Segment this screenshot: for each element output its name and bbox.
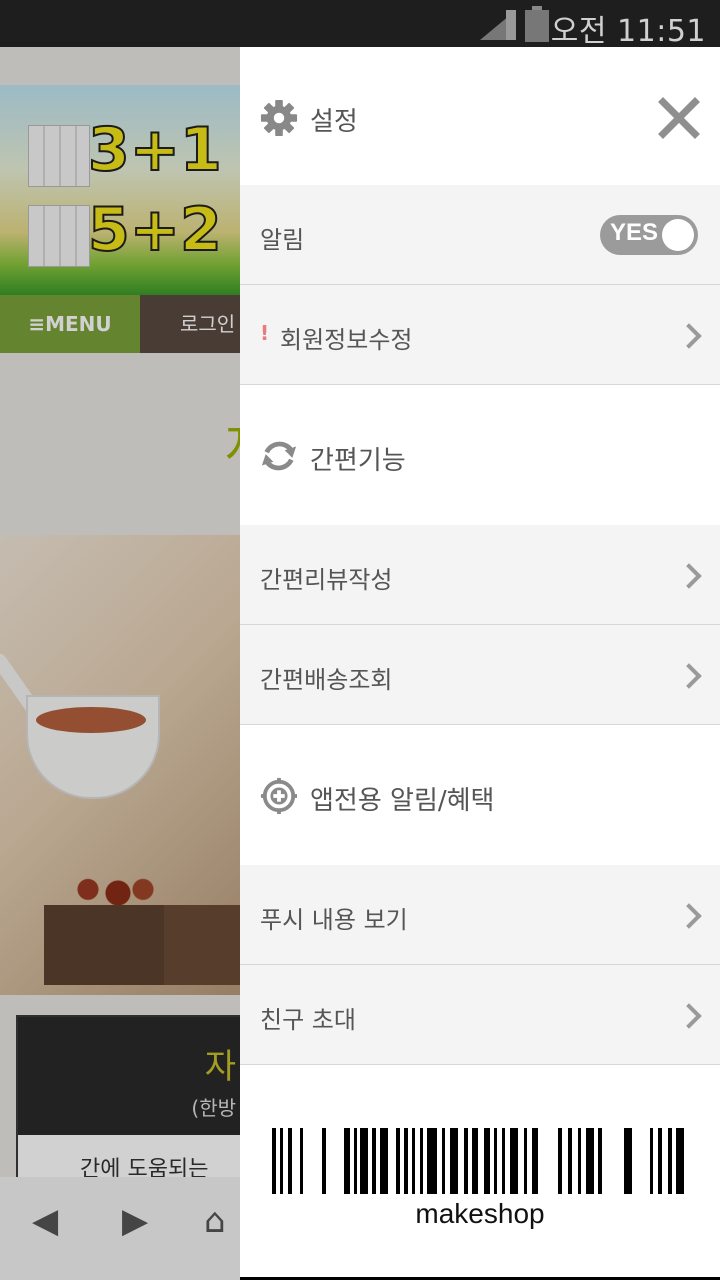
chevron-right-icon bbox=[676, 903, 702, 929]
notification-label: 알림 bbox=[260, 226, 305, 254]
app-section-header: 앱전용 알림/혜택 bbox=[240, 725, 720, 865]
battery-icon bbox=[525, 6, 549, 42]
chevron-right-icon bbox=[676, 1003, 702, 1029]
push-history-row[interactable]: 푸시 내용 보기 bbox=[240, 865, 720, 965]
easy-review-label: 간편리뷰작성 bbox=[260, 566, 393, 594]
status-bar: 오전 11:51 bbox=[0, 0, 720, 49]
invite-friend-label: 친구 초대 bbox=[260, 1006, 356, 1034]
shortcut-section-header: 간편기능 bbox=[240, 385, 720, 525]
toggle-label: YES bbox=[610, 219, 659, 246]
dim-overlay[interactable] bbox=[0, 47, 240, 1280]
chevron-right-icon bbox=[676, 663, 702, 689]
alert-marker-icon: ! bbox=[260, 321, 270, 345]
toggle-knob bbox=[662, 219, 694, 251]
push-history-label: 푸시 내용 보기 bbox=[260, 906, 408, 934]
background-app: 3+1 5+2 ≡MENU 로그인 자 자 (한방 간에 도움되는 ◀ ▶ ⌂ bbox=[0, 47, 240, 1280]
target-plus-icon bbox=[260, 777, 298, 815]
member-edit-row[interactable]: ! 회원정보수정 bbox=[240, 285, 720, 385]
settings-header: 설정 bbox=[240, 47, 720, 185]
settings-title: 설정 bbox=[310, 107, 358, 137]
signal-icon bbox=[480, 10, 516, 40]
delivery-lookup-label: 간편배송조회 bbox=[260, 666, 393, 694]
barcode-image bbox=[272, 1128, 684, 1194]
invite-friend-row[interactable]: 친구 초대 bbox=[240, 965, 720, 1065]
easy-review-row[interactable]: 간편리뷰작성 bbox=[240, 525, 720, 625]
shortcut-section-title: 간편기능 bbox=[310, 446, 406, 476]
gear-icon bbox=[260, 99, 298, 137]
notification-row: 알림 YES bbox=[240, 185, 720, 285]
status-time: 오전 11:51 bbox=[550, 14, 706, 49]
refresh-icon bbox=[261, 441, 297, 471]
chevron-right-icon bbox=[676, 563, 702, 589]
barcode-text: makeshop bbox=[415, 1198, 545, 1229]
member-edit-label: 회원정보수정 bbox=[280, 326, 413, 354]
close-icon[interactable] bbox=[658, 97, 700, 139]
settings-panel: 설정 알림 YES ! 회원정보수정 간편기능 간편리뷰작성 간편배송조회 앱전… bbox=[240, 47, 720, 1277]
delivery-lookup-row[interactable]: 간편배송조회 bbox=[240, 625, 720, 725]
app-section-title: 앱전용 알림/혜택 bbox=[310, 786, 495, 816]
notification-toggle[interactable]: YES bbox=[600, 215, 698, 255]
chevron-right-icon bbox=[676, 323, 702, 349]
